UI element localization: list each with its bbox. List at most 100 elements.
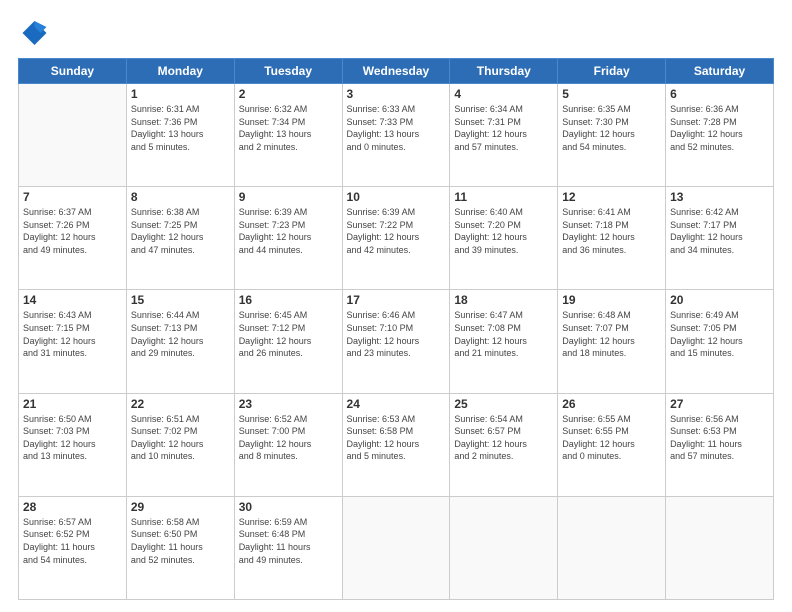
- day-number: 13: [670, 190, 769, 204]
- day-number: 20: [670, 293, 769, 307]
- calendar-cell: 12Sunrise: 6:41 AM Sunset: 7:18 PM Dayli…: [558, 187, 666, 290]
- day-info: Sunrise: 6:32 AM Sunset: 7:34 PM Dayligh…: [239, 103, 338, 153]
- day-number: 9: [239, 190, 338, 204]
- day-number: 23: [239, 397, 338, 411]
- calendar-cell: [558, 496, 666, 599]
- calendar-cell: 18 Sunrise: 6:47 AM Sunset: 7:08 PM Dayli…: [450, 290, 558, 393]
- day-info: Sunrise: 6:40 AM Sunset: 7:20 PM Dayligh…: [454, 206, 553, 256]
- calendar-cell: 26 Sunrise: 6:55 AM Sunset: 6:55 PM Dayli…: [558, 393, 666, 496]
- calendar-cell: 11 Sunrise: 6:40 AM Sunset: 7:20 PM Dayli…: [450, 187, 558, 290]
- day-info: Sunrise: 6:49 AM Sunset: 7:05 PM Dayligh…: [670, 309, 769, 359]
- day-info: Sunrise: 6:39 AM Sunset: 7:22 PM Dayligh…: [347, 206, 446, 256]
- calendar-cell: 7 Sunrise: 6:37 AM Sunset: 7:26 PM Daylig…: [19, 187, 127, 290]
- day-number: 25: [454, 397, 553, 411]
- calendar-cell: [19, 84, 127, 187]
- weekday-header-monday: Monday: [126, 59, 234, 84]
- day-number: 4: [454, 87, 553, 101]
- day-info: Sunrise: 6:56 AM Sunset: 6:53 PM Dayligh…: [670, 413, 769, 463]
- day-number: 21: [23, 397, 122, 411]
- calendar-cell: 25 Sunrise: 6:54 AM Sunset: 6:57 PM Dayli…: [450, 393, 558, 496]
- day-info: Sunrise: 6:57 AM Sunset: 6:52 PM Dayligh…: [23, 516, 122, 566]
- day-info: Sunrise: 6:36 AM Sunset: 7:28 PM Dayligh…: [670, 103, 769, 153]
- day-info: Sunrise: 6:34 AM Sunset: 7:31 PM Dayligh…: [454, 103, 553, 153]
- weekday-header-thursday: Thursday: [450, 59, 558, 84]
- calendar-cell: 17Sunrise: 6:46 AM Sunset: 7:10 PM Dayli…: [342, 290, 450, 393]
- calendar-cell: 15Sunrise: 6:44 AM Sunset: 7:13 PM Dayli…: [126, 290, 234, 393]
- day-number: 1: [131, 87, 230, 101]
- calendar-cell: 21 Sunrise: 6:50 AM Sunset: 7:03 PM Dayli…: [19, 393, 127, 496]
- day-number: 28: [23, 500, 122, 514]
- day-number: 3: [347, 87, 446, 101]
- weekday-header-tuesday: Tuesday: [234, 59, 342, 84]
- day-info: Sunrise: 6:55 AM Sunset: 6:55 PM Dayligh…: [562, 413, 661, 463]
- calendar-week-row: 7 Sunrise: 6:37 AM Sunset: 7:26 PM Daylig…: [19, 187, 774, 290]
- calendar-cell: 2 Sunrise: 6:32 AM Sunset: 7:34 PM Daylig…: [234, 84, 342, 187]
- day-info: Sunrise: 6:51 AM Sunset: 7:02 PM Dayligh…: [131, 413, 230, 463]
- calendar-cell: 4 Sunrise: 6:34 AM Sunset: 7:31 PM Daylig…: [450, 84, 558, 187]
- day-number: 11: [454, 190, 553, 204]
- calendar-cell: 1 Sunrise: 6:31 AM Sunset: 7:36 PM Daylig…: [126, 84, 234, 187]
- day-number: 7: [23, 190, 122, 204]
- calendar-cell: 27 Sunrise: 6:56 AM Sunset: 6:53 PM Dayli…: [666, 393, 774, 496]
- day-info: Sunrise: 6:47 AM Sunset: 7:08 PM Dayligh…: [454, 309, 553, 359]
- weekday-header-wednesday: Wednesday: [342, 59, 450, 84]
- calendar-cell: 30 Sunrise: 6:59 AM Sunset: 6:48 PM Dayli…: [234, 496, 342, 599]
- day-number: 18: [454, 293, 553, 307]
- day-info: Sunrise: 6:52 AM Sunset: 7:00 PM Dayligh…: [239, 413, 338, 463]
- day-info: Sunrise: 6:35 AM Sunset: 7:30 PM Dayligh…: [562, 103, 661, 153]
- calendar-cell: 9 Sunrise: 6:39 AM Sunset: 7:23 PM Daylig…: [234, 187, 342, 290]
- day-number: 14: [23, 293, 122, 307]
- calendar-cell: 6Sunrise: 6:36 AM Sunset: 7:28 PM Daylig…: [666, 84, 774, 187]
- calendar-cell: [342, 496, 450, 599]
- calendar-week-row: 1 Sunrise: 6:31 AM Sunset: 7:36 PM Daylig…: [19, 84, 774, 187]
- weekday-header-sunday: Sunday: [19, 59, 127, 84]
- day-number: 12: [562, 190, 661, 204]
- calendar-cell: 14 Sunrise: 6:43 AM Sunset: 7:15 PM Dayli…: [19, 290, 127, 393]
- day-number: 15: [131, 293, 230, 307]
- logo: [18, 18, 52, 48]
- weekday-header-saturday: Saturday: [666, 59, 774, 84]
- day-number: 30: [239, 500, 338, 514]
- day-info: Sunrise: 6:53 AM Sunset: 6:58 PM Dayligh…: [347, 413, 446, 463]
- calendar-cell: 19Sunrise: 6:48 AM Sunset: 7:07 PM Dayli…: [558, 290, 666, 393]
- calendar-week-row: 14 Sunrise: 6:43 AM Sunset: 7:15 PM Dayli…: [19, 290, 774, 393]
- day-info: Sunrise: 6:45 AM Sunset: 7:12 PM Dayligh…: [239, 309, 338, 359]
- day-info: Sunrise: 6:50 AM Sunset: 7:03 PM Dayligh…: [23, 413, 122, 463]
- day-info: Sunrise: 6:38 AM Sunset: 7:25 PM Dayligh…: [131, 206, 230, 256]
- calendar-cell: 23 Sunrise: 6:52 AM Sunset: 7:00 PM Dayli…: [234, 393, 342, 496]
- day-number: 26: [562, 397, 661, 411]
- day-info: Sunrise: 6:37 AM Sunset: 7:26 PM Dayligh…: [23, 206, 122, 256]
- calendar-cell: 3 Sunrise: 6:33 AM Sunset: 7:33 PM Daylig…: [342, 84, 450, 187]
- day-number: 8: [131, 190, 230, 204]
- day-number: 19: [562, 293, 661, 307]
- day-info: Sunrise: 6:54 AM Sunset: 6:57 PM Dayligh…: [454, 413, 553, 463]
- day-info: Sunrise: 6:42 AM Sunset: 7:17 PM Dayligh…: [670, 206, 769, 256]
- calendar-cell: [450, 496, 558, 599]
- weekday-header-friday: Friday: [558, 59, 666, 84]
- logo-icon: [18, 18, 48, 48]
- day-number: 5: [562, 87, 661, 101]
- day-info: Sunrise: 6:33 AM Sunset: 7:33 PM Dayligh…: [347, 103, 446, 153]
- day-number: 17: [347, 293, 446, 307]
- day-number: 22: [131, 397, 230, 411]
- calendar-cell: 28 Sunrise: 6:57 AM Sunset: 6:52 PM Dayli…: [19, 496, 127, 599]
- calendar-week-row: 21 Sunrise: 6:50 AM Sunset: 7:03 PM Dayli…: [19, 393, 774, 496]
- calendar-cell: [666, 496, 774, 599]
- day-number: 16: [239, 293, 338, 307]
- calendar-cell: 22 Sunrise: 6:51 AM Sunset: 7:02 PM Dayli…: [126, 393, 234, 496]
- day-info: Sunrise: 6:39 AM Sunset: 7:23 PM Dayligh…: [239, 206, 338, 256]
- calendar-week-row: 28 Sunrise: 6:57 AM Sunset: 6:52 PM Dayli…: [19, 496, 774, 599]
- calendar-cell: 10Sunrise: 6:39 AM Sunset: 7:22 PM Dayli…: [342, 187, 450, 290]
- day-info: Sunrise: 6:31 AM Sunset: 7:36 PM Dayligh…: [131, 103, 230, 153]
- day-info: Sunrise: 6:58 AM Sunset: 6:50 PM Dayligh…: [131, 516, 230, 566]
- day-info: Sunrise: 6:59 AM Sunset: 6:48 PM Dayligh…: [239, 516, 338, 566]
- day-info: Sunrise: 6:43 AM Sunset: 7:15 PM Dayligh…: [23, 309, 122, 359]
- day-number: 27: [670, 397, 769, 411]
- day-number: 2: [239, 87, 338, 101]
- calendar-cell: 20 Sunrise: 6:49 AM Sunset: 7:05 PM Dayli…: [666, 290, 774, 393]
- calendar-cell: 16 Sunrise: 6:45 AM Sunset: 7:12 PM Dayli…: [234, 290, 342, 393]
- page: SundayMondayTuesdayWednesdayThursdayFrid…: [0, 0, 792, 612]
- calendar-table: SundayMondayTuesdayWednesdayThursdayFrid…: [18, 58, 774, 600]
- calendar-cell: 24Sunrise: 6:53 AM Sunset: 6:58 PM Dayli…: [342, 393, 450, 496]
- day-number: 29: [131, 500, 230, 514]
